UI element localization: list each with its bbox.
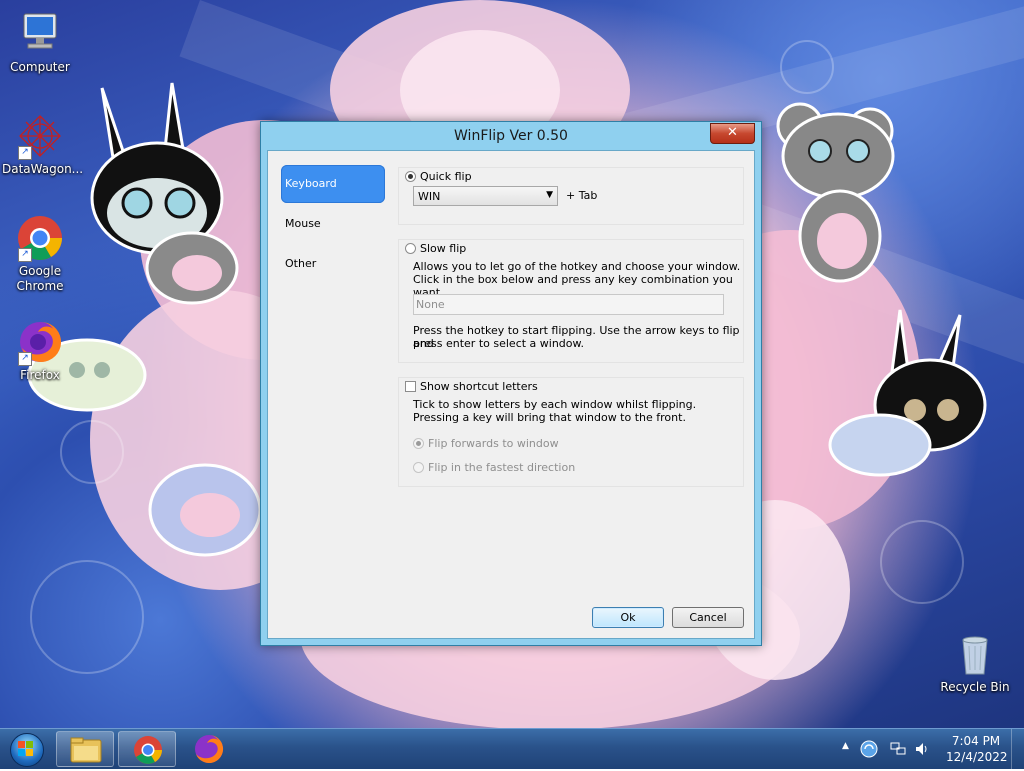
taskbar-google-chrome[interactable] [118,731,176,767]
windows-logo-icon [18,741,33,756]
flip-forwards-radio[interactable] [413,438,424,449]
chrome-icon [134,736,162,764]
taskbar: ▲ 7:04 PM 12/4/2022 [0,728,1024,769]
datawagon-icon: ↗ [16,112,64,160]
flip-fastest-option[interactable]: Flip in the fastest direction [413,461,575,474]
wallpaper-mouse-character-2 [148,463,262,557]
nav-item-mouse[interactable]: Mouse [281,205,385,243]
window-title: WinFlip Ver 0.50 [454,128,568,144]
shortcut-arrow-icon: ↗ [18,146,32,160]
quick-flip-option[interactable]: Quick flip [405,170,472,183]
shortcut-letters-option[interactable]: Show shortcut letters [405,380,538,393]
start-button[interactable] [4,730,48,768]
slow-flip-help-2: press enter to select a window. [413,337,585,350]
wallpaper-bubble [60,420,124,484]
flip-fastest-label: Flip in the fastest direction [428,461,576,474]
wallpaper-bubble [880,520,964,604]
shortcut-arrow-icon: ↗ [18,248,32,262]
quick-flip-group: Quick flip WIN ▼ + Tab [398,167,744,225]
desktop-icon-google-chrome[interactable]: ↗ Google Chrome [2,214,78,294]
nav-item-label: Mouse [285,217,321,230]
computer-icon [16,10,64,58]
quick-flip-label: Quick flip [420,170,472,183]
desktop-icon-label: DataWagon... [2,162,84,176]
desktop-icon-firefox[interactable]: ↗ Firefox [2,318,78,383]
shortcut-letters-label: Show shortcut letters [420,380,538,393]
title-bar[interactable]: WinFlip Ver 0.50 ✕ [261,122,761,150]
hotkey-field-placeholder: None [416,298,445,311]
wallpaper-bunny-character [90,82,239,305]
desktop-icon-label: Google Chrome [16,264,64,293]
volume-icon[interactable] [914,741,930,757]
quick-flip-radio[interactable] [405,171,416,182]
show-hidden-icons-button[interactable]: ▲ [842,741,849,751]
flip-fastest-radio[interactable] [413,462,424,473]
winflip-dialog: WinFlip Ver 0.50 ✕ Keyboard Mouse Other … [260,121,762,646]
slow-flip-option[interactable]: Slow flip [405,242,466,255]
clock[interactable]: 7:04 PM 12/4/2022 [946,733,1008,765]
firefox-icon: ↗ [16,318,64,366]
wallpaper-bubble [780,40,834,94]
taskbar-firefox[interactable] [180,731,238,767]
recycle-bin-icon [951,630,999,678]
quick-flip-hotkey-select[interactable]: WIN ▼ [413,186,558,206]
firefox-icon [195,734,224,763]
slow-flip-hotkey-field[interactable]: None [413,294,724,315]
flip-forwards-option[interactable]: Flip forwards to window [413,437,559,450]
shortcut-letters-checkbox[interactable] [405,381,416,392]
chevron-down-icon: ▼ [546,190,553,200]
settings-nav: Keyboard Mouse Other [281,165,385,285]
slow-flip-radio[interactable] [405,243,416,254]
sync-status-icon[interactable] [860,740,878,758]
wallpaper-bubble [30,560,144,674]
cancel-button[interactable]: Cancel [672,607,744,628]
network-icon[interactable] [890,741,906,757]
folder-icon [70,737,102,763]
flip-forwards-label: Flip forwards to window [428,437,559,450]
shortcut-letters-group: Show shortcut letters Tick to show lette… [398,377,744,487]
taskbar-file-explorer[interactable] [56,731,114,767]
nav-item-keyboard[interactable]: Keyboard [281,165,385,203]
slow-flip-label: Slow flip [420,242,467,255]
nav-item-label: Other [285,257,317,270]
dialog-client-area: Keyboard Mouse Other Quick flip WIN ▼ + … [267,150,755,639]
close-icon: ✕ [727,125,738,140]
ok-button[interactable]: Ok [592,607,664,628]
nav-item-label: Keyboard [285,177,337,190]
close-button[interactable]: ✕ [710,123,755,144]
clock-date: 12/4/2022 [946,750,1008,764]
desktop-icon-recycle-bin[interactable]: Recycle Bin [937,630,1013,695]
wallpaper-bunny-character-2 [828,309,987,477]
slow-flip-group: Slow flip Allows you to let go of the ho… [398,239,744,363]
desktop-icon-datawagon[interactable]: ↗ DataWagon... [2,112,84,177]
shortcut-letters-description-1: Tick to show letters by each window whil… [413,398,697,411]
chrome-icon: ↗ [16,214,64,262]
desktop-icon-label: Recycle Bin [940,680,1010,694]
desktop-icon-label: Computer [10,60,70,74]
desktop-icon-label: Firefox [20,368,60,382]
slow-flip-description-1: Allows you to let go of the hotkey and c… [413,260,741,273]
hotkey-select-value: WIN [418,190,441,203]
nav-item-other[interactable]: Other [281,245,385,283]
shortcut-arrow-icon: ↗ [18,352,32,366]
shortcut-letters-description-2: Pressing a key will bring that window to… [413,411,686,424]
wallpaper-mouse-character [776,102,895,283]
show-desktop-button[interactable] [1011,729,1024,769]
desktop-icon-computer[interactable]: Computer [2,10,78,75]
hotkey-suffix: + Tab [566,189,598,202]
clock-time: 7:04 PM [951,734,1001,748]
system-tray: ▲ 7:04 PM 12/4/2022 [834,729,1024,769]
